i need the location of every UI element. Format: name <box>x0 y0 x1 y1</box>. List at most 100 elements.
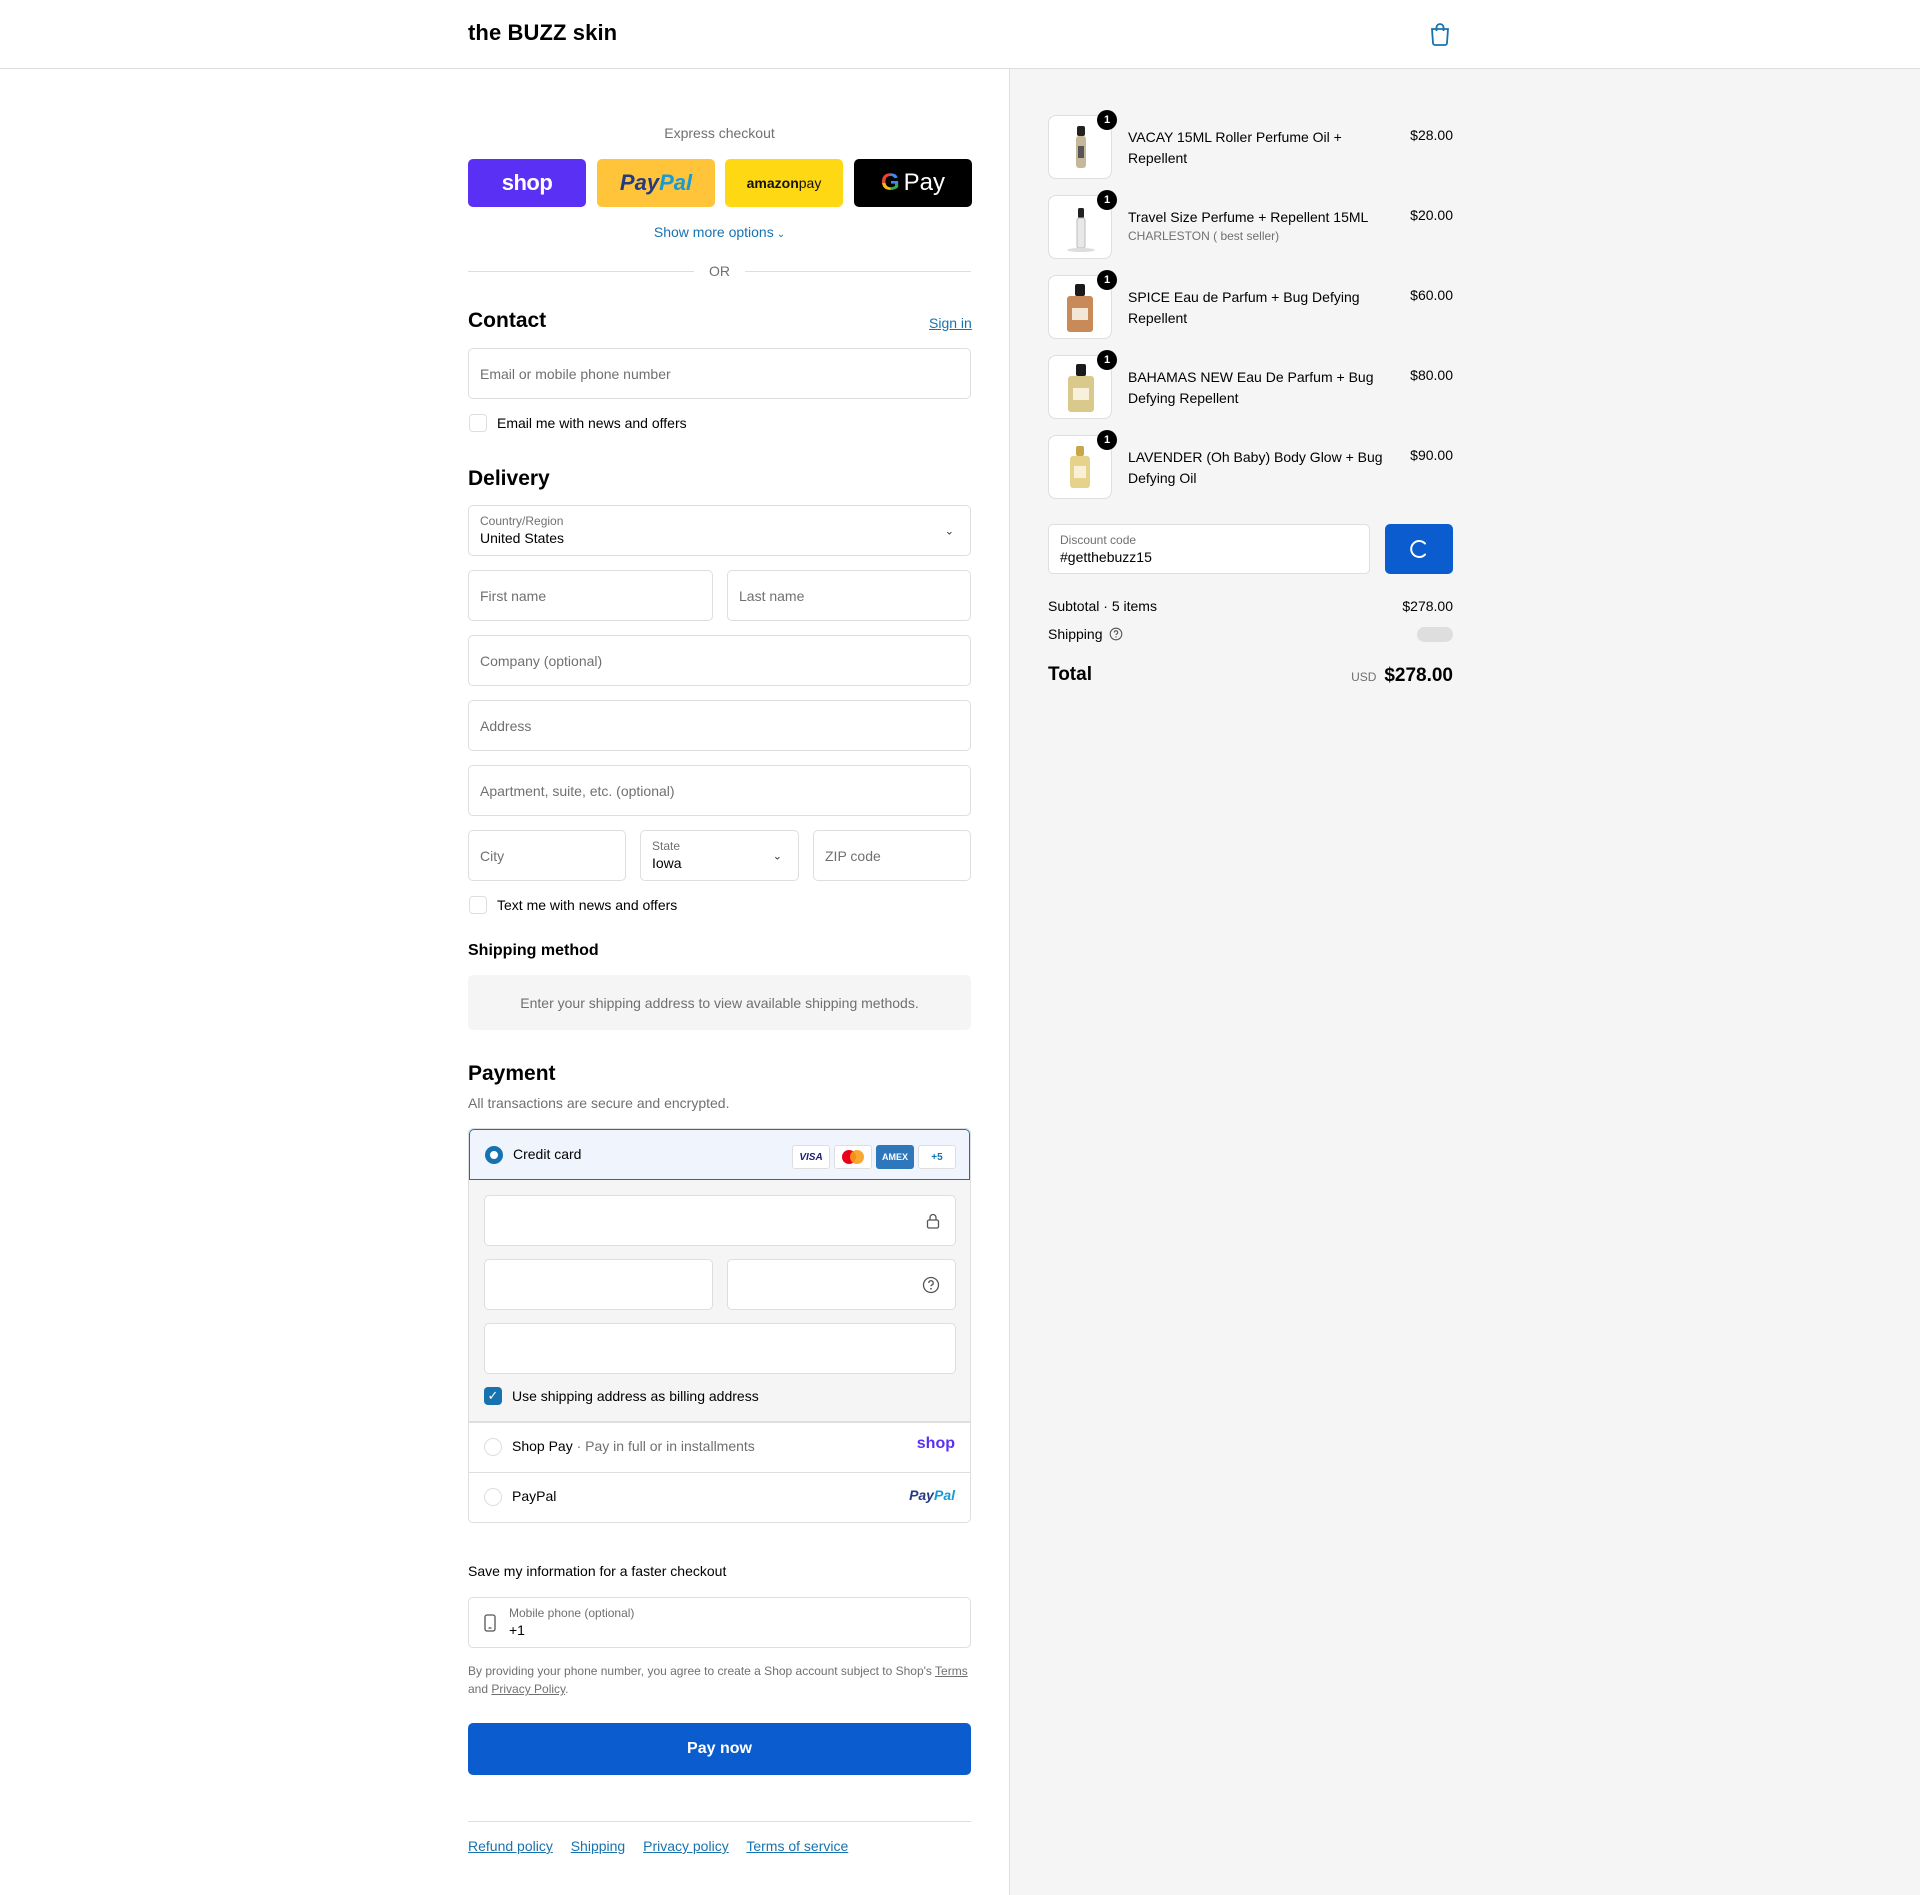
state-value: Iowa <box>652 855 682 871</box>
security-code-field[interactable] <box>727 1259 956 1310</box>
more-cards-badge: +5 <box>918 1145 956 1169</box>
terms-of-service-link[interactable]: Terms of service <box>746 1838 848 1854</box>
footer-divider <box>468 1821 971 1822</box>
paypal-label: PayPal <box>512 1488 557 1504</box>
credit-card-label: Credit card <box>513 1146 582 1162</box>
show-more-options-link[interactable]: Show more options ⌄ <box>468 224 971 240</box>
last-name-field[interactable]: Last name <box>727 570 971 621</box>
shipping-label: Shipping <box>1048 626 1103 642</box>
chevron-down-icon: ⌄ <box>776 229 786 240</box>
address-placeholder: Address <box>480 717 532 734</box>
paypal-logo-part2: Pal <box>933 1487 955 1503</box>
divider-line <box>745 271 971 272</box>
product-name: SPICE Eau de Parfum + Bug Defying Repell… <box>1128 289 1360 326</box>
text-news-label: Text me with news and offers <box>497 897 678 913</box>
brand-logo[interactable]: the BUZZ skin <box>468 20 617 46</box>
state-select[interactable]: State Iowa ⌄ <box>640 830 799 881</box>
billing-address-label: Use shipping address as billing address <box>512 1388 759 1404</box>
chevron-down-icon: ⌄ <box>772 850 782 862</box>
expiration-date-field[interactable] <box>484 1259 713 1310</box>
email-placeholder: Email or mobile phone number <box>480 365 671 382</box>
shop-pay-option[interactable]: Shop Pay · Pay in full or in installment… <box>469 1422 970 1472</box>
product-name: Travel Size Perfume + Repellent 15ML <box>1128 209 1369 225</box>
order-item: 1 LAVENDER (Oh Baby) Body Glow + Bug Def… <box>1048 430 1453 499</box>
company-placeholder: Company (optional) <box>480 652 603 669</box>
mastercard-icon <box>834 1145 872 1169</box>
total-value: $278.00 <box>1384 665 1453 686</box>
zip-field[interactable]: ZIP code <box>813 830 971 881</box>
shipping-method-info: Enter your shipping address to view avai… <box>468 975 971 1030</box>
country-select[interactable]: Country/Region United States ⌄ <box>468 505 971 556</box>
product-name: BAHAMAS NEW Eau De Parfum + Bug Defying … <box>1128 369 1374 406</box>
first-name-field[interactable]: First name <box>468 570 713 621</box>
credit-card-radio[interactable] <box>485 1146 503 1164</box>
shop-pay-logo: shop <box>916 1435 955 1452</box>
shipping-policy-link[interactable]: Shipping <box>571 1838 626 1854</box>
company-field[interactable]: Company (optional) <box>468 635 971 686</box>
product-thumbnail: 1 <box>1048 110 1117 179</box>
express-checkout-label: Express checkout <box>664 125 775 141</box>
country-label: Country/Region <box>480 514 564 528</box>
order-item: 1 SPICE Eau de Parfum + Bug Defying Repe… <box>1048 270 1453 339</box>
product-variant: CHARLESTON ( best seller) <box>1128 229 1280 243</box>
separator-dot: · <box>576 1438 586 1454</box>
paypal-option[interactable]: PayPal PayPal <box>469 1472 970 1522</box>
shop-privacy-link[interactable]: Privacy Policy <box>491 1682 565 1696</box>
product-price: $60.00 <box>1410 287 1453 303</box>
payment-subtitle: All transactions are secure and encrypte… <box>468 1095 730 1111</box>
mobile-phone-field[interactable]: Mobile phone (optional) +1 <box>468 1597 971 1648</box>
paypal-radio[interactable] <box>484 1488 502 1506</box>
product-price: $20.00 <box>1410 207 1453 223</box>
product-thumbnail: 1 <box>1048 270 1117 339</box>
amazon-pay-text: pay <box>798 175 822 191</box>
first-name-placeholder: First name <box>480 587 547 604</box>
sign-in-link[interactable]: Sign in <box>929 315 972 331</box>
total-row: Total USD $278.00 <box>1048 664 1453 692</box>
state-label: State <box>652 839 681 853</box>
shop-pay-button[interactable]: shop <box>468 159 586 207</box>
email-field[interactable]: Email or mobile phone number <box>468 348 971 399</box>
credit-card-option[interactable]: Credit card VISA AMEX +5 <box>469 1129 970 1180</box>
lock-icon <box>926 1213 940 1229</box>
order-item: 1 BAHAMAS NEW Eau De Parfum + Bug Defyin… <box>1048 350 1453 419</box>
shopping-bag-icon[interactable] <box>1429 22 1451 46</box>
help-circle-icon[interactable] <box>1109 627 1123 641</box>
or-divider: OR <box>468 262 971 280</box>
last-name-placeholder: Last name <box>739 587 805 604</box>
shop-pay-radio[interactable] <box>484 1438 502 1456</box>
legal-text-part2: and <box>468 1682 492 1696</box>
apartment-placeholder: Apartment, suite, etc. (optional) <box>480 782 675 799</box>
pay-now-button[interactable]: Pay now <box>468 1723 971 1775</box>
paypal-button[interactable]: Pay Pal <box>597 159 715 207</box>
email-news-checkbox[interactable] <box>469 414 487 432</box>
help-circle-icon[interactable] <box>922 1276 940 1294</box>
shop-terms-link[interactable]: Terms <box>935 1664 968 1678</box>
quantity-badge: 1 <box>1097 270 1117 290</box>
product-price: $90.00 <box>1410 447 1453 463</box>
card-number-field[interactable] <box>484 1195 956 1246</box>
discount-code-field[interactable]: Discount code #getthebuzz15 <box>1048 524 1370 574</box>
zip-placeholder: ZIP code <box>825 847 881 864</box>
product-name: LAVENDER (Oh Baby) Body Glow + Bug Defyi… <box>1128 449 1383 486</box>
apartment-field[interactable]: Apartment, suite, etc. (optional) <box>468 765 971 816</box>
city-field[interactable]: City <box>468 830 626 881</box>
shop-pay-logo: shop <box>501 170 553 195</box>
currency-code: USD <box>1351 670 1377 684</box>
loading-spinner-icon <box>1410 540 1426 558</box>
shop-pay-label: Shop Pay <box>512 1438 573 1454</box>
name-on-card-field[interactable] <box>484 1323 956 1374</box>
google-pay-button[interactable]: G Pay <box>854 159 972 207</box>
shipping-row: Shipping <box>1048 626 1453 642</box>
address-field[interactable]: Address <box>468 700 971 751</box>
amazon-pay-button[interactable]: amazon pay <box>725 159 843 207</box>
privacy-policy-link[interactable]: Privacy policy <box>643 1838 729 1854</box>
quantity-badge: 1 <box>1097 350 1117 370</box>
text-news-checkbox[interactable] <box>469 896 487 914</box>
billing-address-checkbox[interactable]: ✓ <box>484 1387 502 1405</box>
product-name: VACAY 15ML Roller Perfume Oil + Repellen… <box>1128 129 1342 166</box>
apply-discount-button[interactable] <box>1385 524 1453 574</box>
paypal-logo-part1: Pay <box>619 170 660 195</box>
product-thumbnail: 1 <box>1048 190 1117 259</box>
discount-code-value: #getthebuzz15 <box>1060 549 1152 565</box>
refund-policy-link[interactable]: Refund policy <box>468 1838 553 1854</box>
